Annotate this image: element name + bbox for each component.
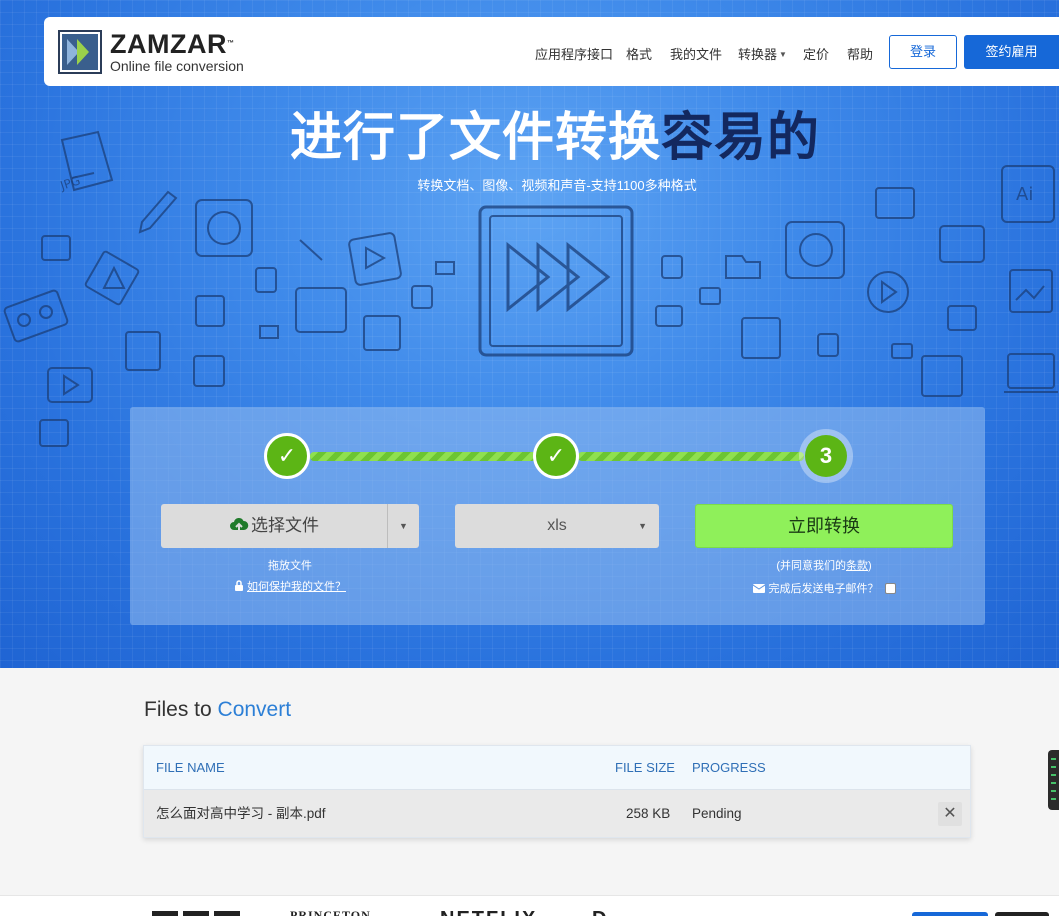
film-icon — [295, 287, 347, 333]
netflix-logo: NETFLIX — [440, 908, 537, 916]
caret-down-icon: ▼ — [638, 521, 647, 531]
file-name-cell: 怎么面对高中学习 - 副本.pdf — [156, 806, 326, 821]
column-progress: PROGRESS — [692, 760, 766, 775]
play-circle-icon — [867, 271, 909, 313]
brand-name: ZAMZAR — [110, 29, 227, 59]
column-file-size: FILE SIZE — [615, 760, 675, 775]
table-header: FILE NAME FILE SIZE PROGRESS — [144, 746, 970, 790]
chevron-down-icon: ▼ — [779, 50, 787, 59]
drag-drop-label: 拖放文件 — [268, 560, 312, 572]
partner-logo-partial: D — [592, 908, 606, 916]
convert-now-button[interactable]: 立即转换 — [695, 504, 953, 548]
files-section-title: Files to Convert — [144, 698, 291, 722]
wrench-icon — [299, 239, 323, 261]
lock-icon — [235, 580, 243, 591]
top-navbar: ZAMZAR™ Online file conversion 应用程序接口 格式… — [44, 17, 1059, 86]
cassette-icon — [3, 289, 69, 343]
protect-files-link[interactable]: 如何保护我的文件？ — [161, 578, 419, 594]
files-title-plain: Files to — [144, 698, 212, 721]
step-1-indicator: ✓ — [264, 433, 310, 479]
protect-files-text: 如何保护我的文件？ — [247, 581, 346, 593]
table-row: 怎么面对高中学习 - 副本.pdf 258 KB Pending ✕ — [144, 790, 970, 837]
target-format-value: xls — [547, 517, 567, 534]
terms-note: (并同意我们的条款) — [695, 557, 953, 573]
step-connector-2 — [578, 452, 804, 461]
play-file-icon — [348, 232, 402, 286]
hero-title-main: 进行了文件转换 — [289, 109, 661, 167]
nav-api[interactable]: 应用程序接口 — [535, 44, 613, 63]
brand-tagline: Online file conversion — [110, 58, 244, 74]
hero-title: 进行了文件转换容易的 — [0, 108, 1059, 168]
triangle-file-icon — [84, 250, 140, 306]
trademark-mark: ™ — [226, 40, 235, 47]
hero-title-emphasis: 容易的 — [661, 109, 821, 167]
file-size-cell: 258 KB — [626, 806, 671, 821]
clipboard-icon — [741, 317, 781, 359]
terms-link[interactable]: 条款 — [846, 560, 868, 572]
email-notify-checkbox[interactable] — [884, 583, 896, 594]
printer-icon — [363, 315, 401, 351]
side-widget-tab[interactable] — [1048, 750, 1059, 810]
nav-my-files[interactable]: 我的文件 — [670, 44, 722, 63]
audio-file-icon — [39, 419, 69, 447]
refresh-app-icon — [785, 221, 845, 279]
envelope-icon — [752, 584, 765, 593]
files-title-accent: Convert — [217, 698, 292, 721]
partner-logo-box-icon — [152, 911, 240, 916]
footer-blue-button[interactable] — [912, 912, 988, 916]
step-connector-1 — [310, 452, 536, 461]
choose-files-control: 选择文件 ▼ — [161, 504, 419, 548]
nav-formats[interactable]: 格式 — [626, 44, 652, 63]
step-3-indicator: 3 — [799, 429, 853, 483]
choose-source-dropdown[interactable]: ▼ — [388, 504, 419, 548]
zamzar-logo-icon[interactable] — [58, 30, 102, 74]
step-2-indicator: ✓ — [533, 433, 579, 479]
folder-icon — [725, 255, 761, 279]
email-notify-label: 完成后发送电子邮件？ — [768, 583, 879, 595]
signup-button[interactable]: 签约雇用 — [964, 35, 1059, 69]
login-button[interactable]: 登录 — [889, 35, 957, 69]
document-icon — [125, 331, 161, 371]
hero-section: JPG Ai ZAMZAR™ Online file conversion 应用… — [0, 0, 1059, 668]
remove-file-button[interactable]: ✕ — [938, 802, 962, 826]
hero-subtitle: 转换文档、图像、视频和声音-支持1100多种格式 — [417, 178, 697, 193]
step-3-number: 3 — [805, 435, 847, 477]
nav-converters-label: 转换器 — [738, 47, 778, 62]
laptop-icon — [1007, 353, 1055, 389]
files-table: FILE NAME FILE SIZE PROGRESS 怎么面对高中学习 - … — [143, 745, 971, 838]
terms-suffix: ) — [868, 560, 872, 572]
close-icon: ✕ — [943, 805, 957, 822]
music-icon — [41, 235, 71, 261]
choose-files-label: 选择文件 — [251, 516, 319, 535]
logo-text[interactable]: ZAMZAR™ Online file conversion — [110, 30, 244, 74]
progress-cell: Pending — [692, 806, 742, 821]
princeton-logo: PRINCETON — [290, 908, 371, 916]
video-play-icon — [47, 367, 93, 403]
footer-dark-button[interactable] — [995, 912, 1049, 916]
target-format-select[interactable]: xls ▼ — [455, 504, 659, 548]
cloud-upload-icon — [230, 517, 249, 532]
email-notify-row: 完成后发送电子邮件？ — [695, 580, 953, 596]
choose-files-button[interactable]: 选择文件 — [161, 504, 387, 548]
chart-file-icon — [1009, 269, 1053, 313]
photo-app-icon — [195, 199, 253, 257]
nav-pricing[interactable]: 定价 — [803, 44, 829, 63]
partner-logo-strip: PRINCETON NETFLIX D — [0, 895, 1059, 916]
center-play-box — [478, 205, 634, 357]
nav-help[interactable]: 帮助 — [847, 44, 873, 63]
image-file-icon — [193, 355, 225, 387]
video-file-icon — [939, 225, 985, 263]
nav-converters[interactable]: 转换器 ▼ — [738, 44, 787, 63]
caret-down-icon: ▼ — [399, 521, 408, 531]
pencil-icon — [138, 190, 178, 234]
terms-prefix: (并同意我们的 — [776, 560, 846, 572]
column-file-name: FILE NAME — [156, 760, 225, 775]
